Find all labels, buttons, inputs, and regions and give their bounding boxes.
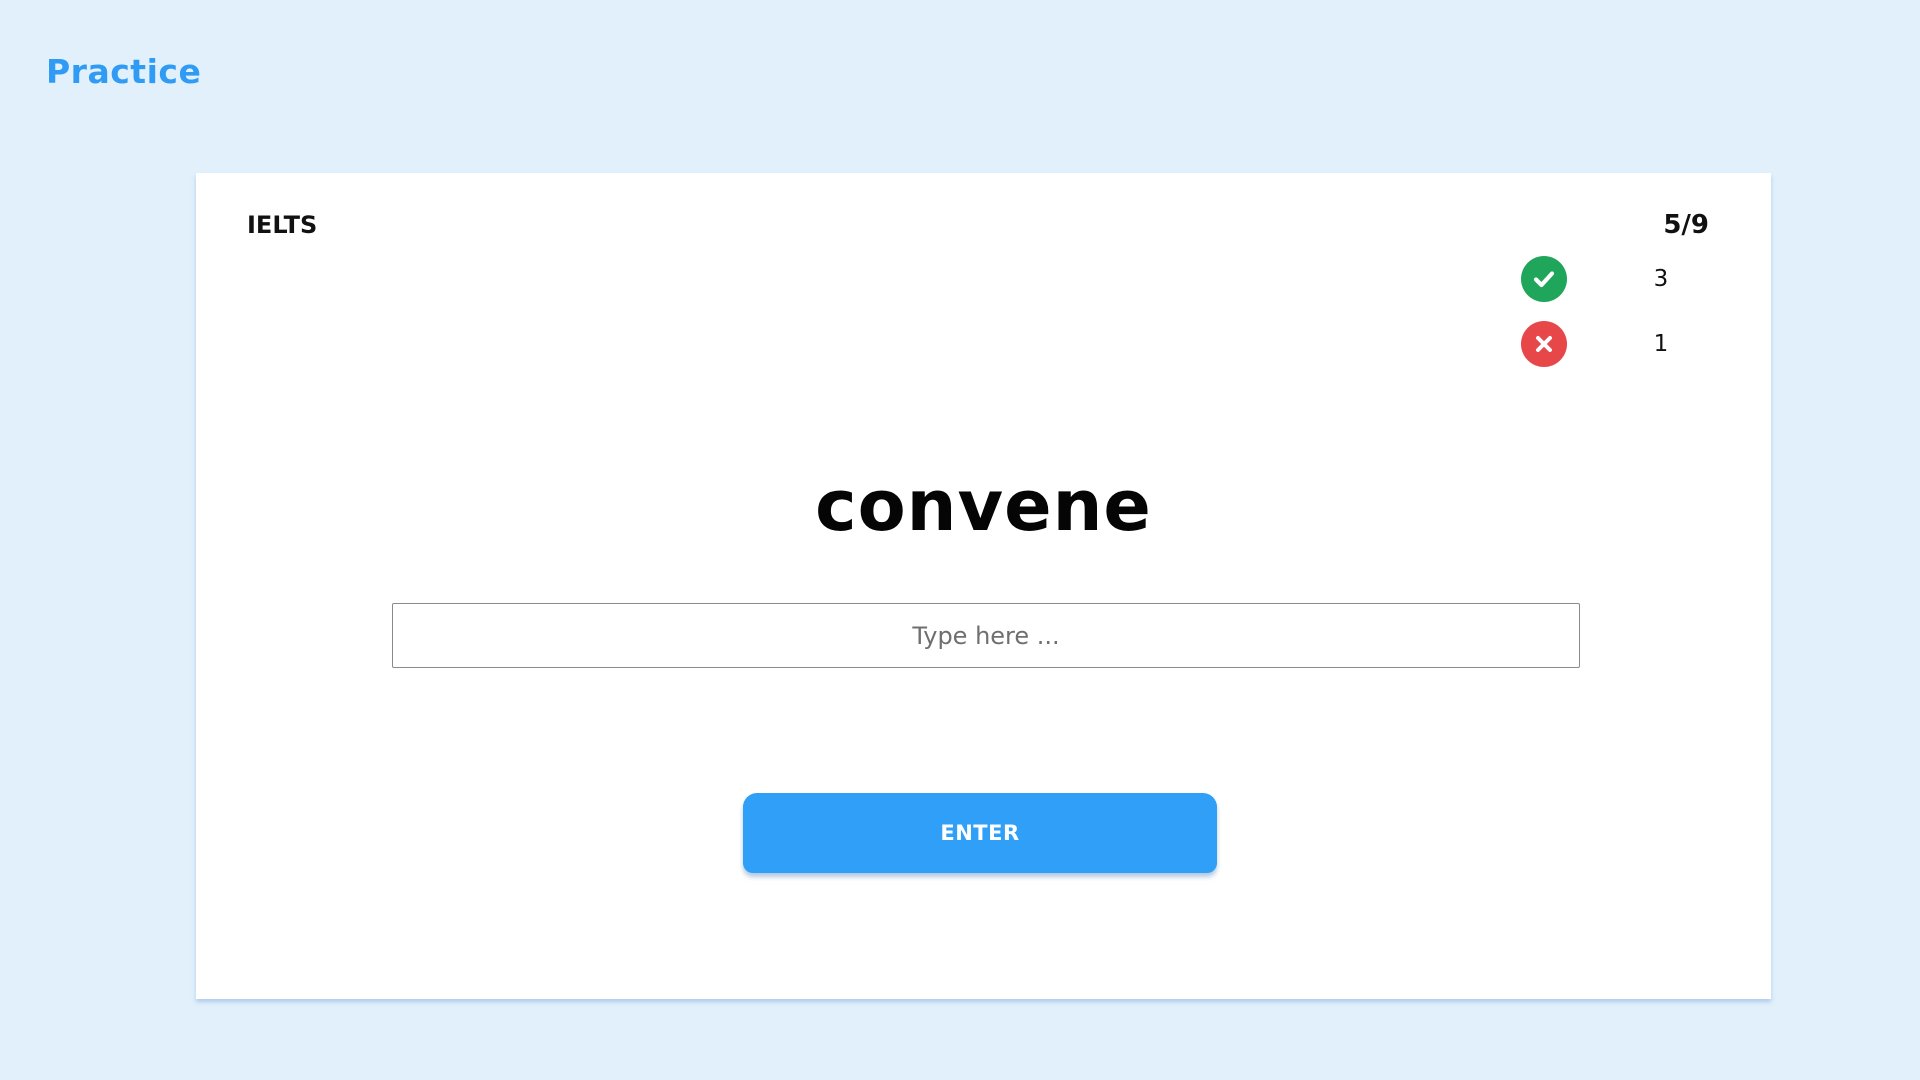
progress-counter: 5/9 (1663, 210, 1709, 240)
wrong-stat: 1 (1521, 320, 1751, 368)
page-title: Practice (46, 52, 202, 91)
practice-card: IELTS 5/9 3 1 convene ENTER (196, 173, 1771, 999)
vocabulary-word: convene (815, 465, 1152, 547)
deck-name: IELTS (247, 211, 318, 239)
correct-stat: 3 (1521, 255, 1751, 303)
x-circle-icon (1521, 321, 1567, 367)
answer-input[interactable] (392, 603, 1580, 668)
enter-button[interactable]: ENTER (743, 793, 1217, 873)
check-circle-icon (1521, 256, 1567, 302)
wrong-count: 1 (1653, 331, 1669, 357)
correct-count: 3 (1653, 266, 1669, 292)
